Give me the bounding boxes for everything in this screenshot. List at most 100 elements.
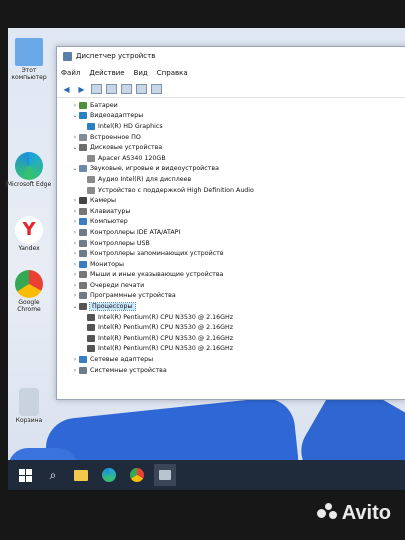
chevron-right-icon[interactable]: › [71, 271, 79, 278]
device-category[interactable]: ⌄ Видеоадаптеры [57, 111, 405, 122]
device-label: Контроллеры USB [90, 239, 150, 247]
device-category[interactable]: ⌄ Звуковые, игровые и видеоустройства [57, 164, 405, 175]
device-item[interactable]: Intel(R) Pentium(R) CPU N3530 @ 2.16GHz [57, 322, 405, 333]
desktop-icon-this-pc[interactable]: Этот компьютер [6, 38, 52, 82]
device-icon [79, 239, 87, 247]
windows-icon[interactable] [14, 464, 36, 486]
device-label: Сетевые адаптеры [90, 356, 154, 364]
device-icon [79, 260, 87, 268]
device-category[interactable]: ⌄ Процессоры [57, 301, 405, 312]
chevron-right-icon[interactable]: › [71, 218, 79, 225]
device-icon [79, 218, 87, 226]
device-label: Компьютер [90, 218, 128, 226]
device-item[interactable]: Intel(R) Pentium(R) CPU N3530 @ 2.16GHz [57, 333, 405, 344]
title-bar[interactable]: Диспетчер устройств [57, 47, 405, 65]
properties-icon[interactable] [91, 84, 102, 94]
menu-help[interactable]: Справка [157, 69, 188, 77]
device-item[interactable]: Intel(R) HD Graphics [57, 121, 405, 132]
device-item[interactable]: Apacer AS340 120GB [57, 153, 405, 164]
chevron-down-icon[interactable]: ⌄ [71, 112, 79, 119]
device-icon [87, 345, 95, 353]
desktop-icon-yandex[interactable]: Y Yandex [6, 216, 52, 253]
device-item[interactable]: Устройство с поддержкой High Definition … [57, 185, 405, 196]
device-icon [79, 356, 87, 364]
chevron-right-icon[interactable]: › [71, 197, 79, 204]
chevron-right-icon[interactable]: › [71, 261, 79, 268]
device-label: Intel(R) Pentium(R) CPU N3530 @ 2.16GHz [98, 313, 234, 321]
device-category[interactable]: › Клавиатуры [57, 206, 405, 217]
chevron-down-icon[interactable]: ⌄ [71, 165, 79, 172]
desktop-icon-edge[interactable]: Microsoft Edge [6, 152, 52, 189]
device-category[interactable]: › Встроенное ПО [57, 132, 405, 143]
chevron-right-icon[interactable]: › [71, 229, 79, 236]
desktop-icon-recycle-bin[interactable]: Корзина [6, 388, 52, 425]
device-label: Батареи [90, 101, 118, 109]
device-icon [87, 154, 95, 162]
menu-action[interactable]: Действие [89, 69, 124, 77]
window-title: Диспетчер устройств [76, 52, 156, 60]
chrome-icon[interactable] [126, 464, 148, 486]
file-explorer-icon[interactable] [70, 464, 92, 486]
device-label: Intel(R) Pentium(R) CPU N3530 @ 2.16GHz [98, 345, 234, 353]
device-category[interactable]: › Системные устройства [57, 365, 405, 376]
menu-bar: Файл Действие Вид Справка [57, 65, 405, 81]
device-icon [79, 250, 87, 258]
device-item[interactable]: Intel(R) Pentium(R) CPU N3530 @ 2.16GHz [57, 312, 405, 323]
device-label: Встроенное ПО [90, 133, 141, 141]
chevron-right-icon[interactable]: › [71, 282, 79, 289]
device-category[interactable]: › Компьютер [57, 217, 405, 228]
device-category[interactable]: › Мониторы [57, 259, 405, 270]
chrome-icon [15, 270, 43, 298]
menu-view[interactable]: Вид [134, 69, 148, 77]
device-label: Контроллеры запоминающих устройств [90, 250, 224, 258]
device-category[interactable]: › Программные устройства [57, 291, 405, 302]
device-icon [79, 197, 87, 205]
device-category[interactable]: › Очереди печати [57, 280, 405, 291]
desktop-icon-chrome[interactable]: Google Chrome [6, 270, 52, 314]
device-label: Контроллеры IDE ATA/ATAPI [90, 228, 181, 236]
device-label: Intel(R) HD Graphics [98, 122, 163, 130]
chevron-down-icon[interactable]: ⌄ [71, 303, 79, 310]
chevron-right-icon[interactable]: › [71, 134, 79, 141]
chevron-right-icon[interactable]: › [71, 240, 79, 247]
chevron-right-icon[interactable]: › [71, 367, 79, 374]
forward-arrow-icon[interactable]: ▶ [76, 84, 87, 94]
chevron-right-icon[interactable]: › [71, 250, 79, 257]
device-category[interactable]: ⌄ Дисковые устройства [57, 142, 405, 153]
update-driver-icon[interactable] [136, 84, 147, 94]
device-category[interactable]: › Батареи [57, 100, 405, 111]
chevron-right-icon[interactable]: › [71, 102, 79, 109]
device-item[interactable]: Аудио Intel(R) для дисплеев [57, 174, 405, 185]
device-label: Дисковые устройства [90, 144, 163, 152]
device-icon [87, 186, 95, 194]
yandex-icon: Y [15, 216, 43, 244]
device-category[interactable]: › Контроллеры USB [57, 238, 405, 249]
tree-view-icon[interactable] [106, 84, 117, 94]
device-icon [87, 122, 95, 130]
scan-hardware-icon[interactable] [151, 84, 162, 94]
edge-icon[interactable] [98, 464, 120, 486]
device-icon [79, 303, 87, 311]
help-icon[interactable] [121, 84, 132, 94]
device-label: Клавиатуры [90, 207, 131, 215]
device-label: Мыши и иные указывающие устройства [90, 271, 224, 279]
toolbar: ◀ ▶ [57, 81, 405, 98]
device-manager-icon[interactable] [154, 464, 176, 486]
chevron-right-icon[interactable]: › [71, 356, 79, 363]
back-arrow-icon[interactable]: ◀ [61, 84, 72, 94]
device-label: Системные устройства [90, 366, 167, 374]
device-icon [79, 165, 87, 173]
chevron-down-icon[interactable]: ⌄ [71, 144, 79, 151]
device-category[interactable]: › Контроллеры IDE ATA/ATAPI [57, 227, 405, 238]
menu-file[interactable]: Файл [61, 69, 80, 77]
device-category[interactable]: › Мыши и иные указывающие устройства [57, 270, 405, 281]
chevron-right-icon[interactable]: › [71, 208, 79, 215]
chevron-right-icon[interactable]: › [71, 292, 79, 299]
search-icon[interactable]: ⌕ [42, 464, 64, 486]
device-category[interactable]: › Сетевые адаптеры [57, 354, 405, 365]
device-label: Intel(R) Pentium(R) CPU N3530 @ 2.16GHz [98, 324, 234, 332]
device-category[interactable]: › Камеры [57, 195, 405, 206]
device-item[interactable]: Intel(R) Pentium(R) CPU N3530 @ 2.16GHz [57, 344, 405, 355]
device-icon [79, 112, 87, 120]
device-category[interactable]: › Контроллеры запоминающих устройств [57, 248, 405, 259]
